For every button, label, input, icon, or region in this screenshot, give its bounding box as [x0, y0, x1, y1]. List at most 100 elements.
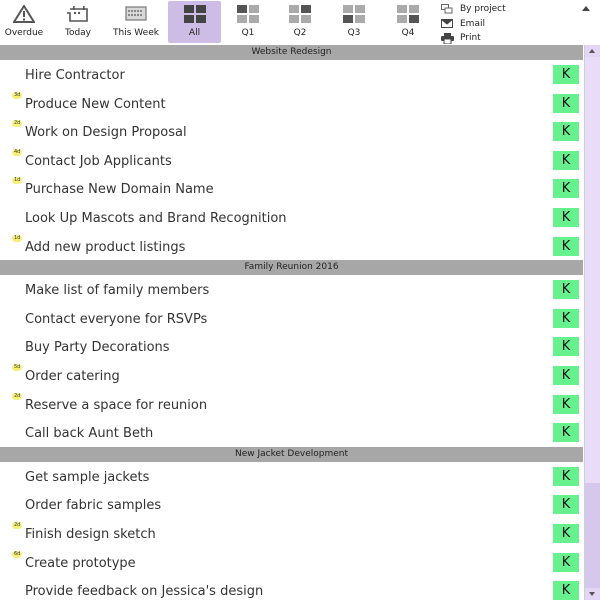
task-title[interactable]: Contact Job Applicants — [25, 154, 172, 169]
collapse-toolbar-caret-icon[interactable] — [582, 6, 590, 11]
task-row[interactable]: 2d Work on Design Proposal K — [0, 117, 583, 146]
email-label: Email — [460, 18, 485, 29]
task-row[interactable]: 4d Contact Job Applicants K — [0, 145, 583, 175]
email-button[interactable]: Email — [440, 17, 506, 32]
k-badge-button[interactable]: K — [553, 308, 579, 328]
k-badge-button[interactable]: K — [553, 552, 579, 572]
by-project-button[interactable]: By project — [440, 2, 506, 17]
k-badge-button[interactable]: K — [553, 365, 579, 385]
filter-q2-button[interactable]: Q2 — [278, 1, 322, 43]
task-row[interactable]: Provide feedback on Jessica's design K — [0, 576, 583, 600]
task-title[interactable]: Order catering — [25, 369, 120, 384]
task-row[interactable]: Hire Contractor K — [0, 60, 583, 89]
due-badge: 4d — [12, 148, 23, 156]
task-title[interactable]: Buy Party Decorations — [25, 340, 170, 355]
k-badge-button[interactable]: K — [553, 423, 579, 443]
filter-q4-button[interactable]: Q4 — [386, 1, 430, 43]
task-title[interactable]: Add new product listings — [25, 240, 185, 255]
task-row[interactable]: 5d Order catering K — [0, 360, 583, 390]
task-row[interactable]: Buy Party Decorations K — [0, 332, 583, 361]
task-title[interactable]: Hire Contractor — [25, 68, 125, 83]
due-badge: 5d — [12, 363, 23, 371]
task-row[interactable]: Make list of family members K — [0, 275, 583, 304]
filter-label: Overdue — [4, 28, 44, 38]
section-header: Family Reunion 2016 — [0, 260, 583, 276]
quadrant-q1-icon — [237, 5, 259, 23]
task-title[interactable]: Purchase New Domain Name — [25, 182, 214, 197]
task-title[interactable]: Get sample jackets — [25, 470, 149, 485]
task-row[interactable]: 2d Reserve a space for reunion K — [0, 389, 583, 419]
print-label: Print — [460, 33, 481, 44]
k-badge-button[interactable]: K — [553, 179, 579, 199]
group-icon — [440, 4, 454, 14]
filter-label: Q4 — [401, 28, 415, 38]
task-row[interactable]: 1d Add new product listings K — [0, 231, 583, 261]
due-badge: 1d — [12, 234, 23, 242]
quadrant-q3-icon — [343, 5, 365, 23]
k-badge-button[interactable]: K — [553, 495, 579, 515]
task-row[interactable]: 1d Purchase New Domain Name K — [0, 174, 583, 203]
k-badge-button[interactable]: K — [553, 523, 579, 543]
filter-q3-button[interactable]: Q3 — [332, 1, 376, 43]
warning-triangle-icon — [12, 4, 36, 27]
scroll-down-arrow-icon[interactable] — [585, 588, 600, 600]
by-project-label: By project — [460, 4, 506, 15]
task-row[interactable]: 2d Finish design sketch K — [0, 518, 583, 548]
task-title[interactable]: Call back Aunt Beth — [25, 426, 153, 441]
task-title[interactable]: Provide feedback on Jessica's design — [25, 584, 263, 599]
k-badge-button[interactable]: K — [553, 466, 579, 486]
k-badge-button[interactable]: K — [553, 207, 579, 227]
task-title[interactable]: Make list of family members — [25, 283, 209, 298]
k-badge-button[interactable]: K — [553, 394, 579, 414]
filter-overdue-button[interactable]: Overdue — [0, 1, 48, 43]
k-badge-button[interactable]: K — [553, 280, 579, 300]
filter-label: All — [188, 28, 201, 38]
task-title[interactable]: Create prototype — [25, 556, 136, 571]
quadrant-q2-icon — [289, 5, 311, 23]
vertical-scrollbar[interactable] — [584, 45, 600, 600]
filter-label: Q1 — [241, 28, 255, 38]
task-title[interactable]: Look Up Mascots and Brand Recognition — [25, 211, 287, 226]
section-header: Website Redesign — [0, 45, 583, 60]
filter-this-week-button[interactable]: This Week — [106, 1, 166, 43]
task-title[interactable]: Order fabric samples — [25, 498, 161, 513]
due-badge: 3d — [12, 91, 23, 99]
task-row[interactable]: 3d Produce New Content K — [0, 88, 583, 118]
printer-icon — [440, 32, 454, 44]
envelope-icon — [440, 19, 454, 29]
k-badge-button[interactable]: K — [553, 337, 579, 357]
due-badge: 6d — [12, 550, 23, 558]
k-badge-button[interactable]: K — [553, 236, 579, 256]
task-row[interactable]: 6d Create prototype K — [0, 547, 583, 577]
quadrant-q4-icon — [397, 5, 419, 23]
task-title[interactable]: Contact everyone for RSVPs — [25, 312, 207, 327]
print-button[interactable]: Print — [440, 31, 506, 46]
side-menu: By project Email Print — [440, 2, 506, 46]
filter-all-button[interactable]: All — [168, 1, 221, 43]
k-badge-button[interactable]: K — [553, 581, 579, 600]
task-row[interactable]: Contact everyone for RSVPs K — [0, 303, 583, 333]
filter-q1-button[interactable]: Q1 — [226, 1, 270, 43]
task-row[interactable]: Call back Aunt Beth K — [0, 418, 583, 447]
scrollbar-thumb[interactable] — [585, 483, 600, 588]
task-title[interactable]: Reserve a space for reunion — [25, 398, 207, 413]
filter-label: Today — [64, 28, 92, 38]
toolbar: Overdue Today This Week All Q1 Q2 Q3 Q4 … — [0, 0, 600, 45]
due-badge: 2d — [12, 392, 23, 400]
task-row[interactable]: Order fabric samples K — [0, 490, 583, 519]
filter-today-button[interactable]: Today — [56, 1, 100, 43]
due-badge: 2d — [12, 120, 23, 128]
task-row[interactable]: Look Up Mascots and Brand Recognition K — [0, 202, 583, 232]
due-badge: 1d — [12, 177, 23, 185]
task-title[interactable]: Work on Design Proposal — [25, 125, 187, 140]
calendar-day-icon — [66, 5, 90, 27]
k-badge-button[interactable]: K — [553, 65, 579, 84]
k-badge-button[interactable]: K — [553, 122, 579, 142]
scroll-up-arrow-icon[interactable] — [585, 45, 600, 57]
task-title[interactable]: Finish design sketch — [25, 527, 156, 542]
k-badge-button[interactable]: K — [553, 93, 579, 113]
task-title[interactable]: Produce New Content — [25, 97, 166, 112]
task-row[interactable]: Get sample jackets K — [0, 461, 583, 491]
due-badge: 2d — [12, 521, 23, 529]
k-badge-button[interactable]: K — [553, 150, 579, 170]
